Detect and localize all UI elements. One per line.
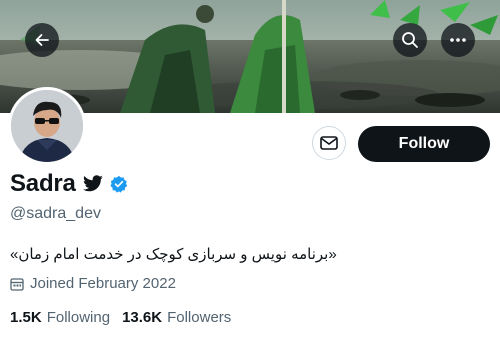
following-link[interactable]: 1.5K Following (10, 309, 110, 326)
display-name: Sadra (10, 170, 76, 197)
more-horizontal-icon (450, 38, 466, 42)
verified-badge-icon[interactable] (110, 175, 128, 193)
arrow-left-icon (35, 34, 49, 46)
avatar-image (11, 90, 83, 162)
back-button[interactable] (25, 23, 59, 57)
followers-count: 13.6K (122, 309, 163, 326)
avatar[interactable] (8, 87, 86, 165)
bird-icon (82, 175, 104, 193)
calendar-icon (10, 277, 24, 291)
message-button[interactable] (312, 126, 346, 160)
profile-bio: «برنامه نویس و سربازی کوچک در خدمت امام … (10, 246, 337, 263)
user-handle: @sadra_dev (10, 205, 101, 222)
search-icon (402, 32, 418, 48)
name-row: Sadra (10, 170, 128, 198)
envelope-icon (320, 136, 338, 150)
followers-label: Followers (167, 309, 232, 326)
profile-banner[interactable] (0, 0, 500, 113)
following-label: Following (46, 309, 111, 326)
following-count: 1.5K (10, 309, 42, 326)
follow-button[interactable]: Follow (358, 126, 490, 162)
search-button[interactable] (393, 23, 427, 57)
followers-link[interactable]: 13.6K Followers (122, 309, 231, 326)
more-options-button[interactable] (441, 23, 475, 57)
follow-stats: 1.5K Following 13.6K Followers (10, 309, 243, 326)
joined-date: Joined February 2022 (10, 275, 176, 292)
joined-text: Joined February 2022 (30, 275, 176, 292)
banner-image (0, 0, 500, 113)
